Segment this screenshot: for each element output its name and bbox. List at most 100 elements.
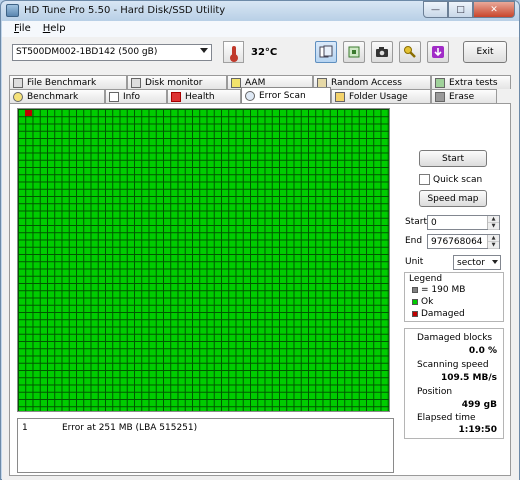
tab-label: Random Access	[331, 77, 402, 88]
drive-select[interactable]: ST500DM002-1BD142 (500 gB)	[12, 44, 212, 61]
exit-button[interactable]: Exit	[463, 41, 507, 63]
download-icon	[432, 46, 444, 58]
tab-info[interactable]: Info	[105, 89, 167, 103]
save-screenshot-button[interactable]	[371, 41, 393, 63]
title-bar[interactable]: HD Tune Pro 5.50 - Hard Disk/SSD Utility…	[1, 1, 519, 21]
health-cross-icon	[171, 91, 181, 102]
quick-scan-label: Quick scan	[433, 174, 483, 185]
end-spinner[interactable]: ▲ ▼	[487, 235, 499, 249]
scan-statistics: Damaged blocks 0.0 % Scanning speed 109.…	[404, 328, 504, 439]
legend-item-block-size: = 190 MB	[412, 285, 465, 295]
tab-label: Folder Usage	[349, 91, 408, 102]
download-button[interactable]	[427, 41, 449, 63]
erase-icon	[435, 91, 445, 102]
tab-error-scan[interactable]: Error Scan	[241, 87, 331, 103]
log-message: Error at 251 MB (LBA 515251)	[62, 423, 198, 433]
error-scan-panel: 1 Error at 251 MB (LBA 515251) Start Qui…	[9, 103, 511, 476]
start-input-value: 0	[431, 218, 437, 228]
damaged-blocks-value: 0.0 %	[468, 346, 497, 356]
screenshot-icon	[348, 46, 360, 58]
block-grid	[18, 109, 389, 411]
tab-label: File Benchmark	[27, 77, 97, 88]
menu-help[interactable]: Help	[37, 21, 72, 37]
info-icon	[109, 91, 119, 102]
legend-item-ok: Ok	[412, 297, 433, 307]
scanning-speed-value: 109.5 MB/s	[440, 373, 497, 383]
spin-up-icon: ▲	[488, 235, 499, 242]
magnifier-icon	[245, 90, 255, 101]
temperature-readout: 32°C	[251, 47, 278, 58]
tab-file-benchmark[interactable]: File Benchmark	[9, 75, 127, 89]
legend-label: Ok	[421, 297, 434, 307]
camera-icon	[376, 47, 388, 57]
window-controls: — □ ✕	[423, 1, 515, 19]
position-value: 499 gB	[461, 400, 497, 410]
tab-label: Disk monitor	[145, 77, 203, 88]
extra-tests-icon	[435, 77, 445, 88]
file-benchmark-icon	[13, 77, 23, 88]
legend-swatch	[412, 299, 418, 305]
tab-extra-tests[interactable]: Extra tests	[431, 75, 511, 89]
thermometer-icon	[223, 41, 244, 63]
legend-item-damaged: Damaged	[412, 309, 465, 319]
elapsed-time-label: Elapsed time	[417, 413, 476, 423]
app-window: HD Tune Pro 5.50 - Hard Disk/SSD Utility…	[0, 0, 520, 480]
log-index: 1	[22, 423, 28, 433]
drive-select-value: ST500DM002-1BD142 (500 gB)	[16, 47, 158, 57]
end-field-label: End	[405, 236, 423, 246]
quick-scan-checkbox[interactable]	[419, 174, 430, 185]
legend-swatch	[412, 287, 418, 293]
minimize-button[interactable]: —	[423, 1, 448, 18]
copy-text-button[interactable]	[315, 41, 337, 63]
options-button[interactable]	[399, 41, 421, 63]
legend-swatch	[412, 311, 418, 317]
wrench-icon	[404, 46, 416, 58]
tab-label: AAM	[245, 77, 266, 88]
unit-label: Unit	[405, 257, 424, 267]
speaker-icon	[231, 77, 241, 88]
legend-box: Legend = 190 MB Ok Damaged	[404, 272, 504, 322]
tab-label: Health	[185, 91, 215, 102]
folder-icon	[335, 91, 345, 102]
tab-label: Error Scan	[259, 90, 306, 101]
disk-monitor-icon	[131, 77, 141, 88]
chevron-down-icon	[200, 48, 208, 53]
chevron-down-icon	[492, 260, 498, 264]
spin-down-icon: ▼	[488, 223, 499, 230]
tab-row-bottom: Benchmark Info Health Error Scan Folder …	[9, 87, 497, 103]
start-field-label: Start	[405, 217, 427, 227]
start-spinner[interactable]: ▲ ▼	[487, 216, 499, 230]
tab-label: Extra tests	[449, 77, 498, 88]
start-input[interactable]: 0 ▲ ▼	[427, 215, 500, 230]
tab-label: Benchmark	[27, 91, 79, 102]
menu-bar: File Help	[2, 21, 519, 37]
tab-folder-usage[interactable]: Folder Usage	[331, 89, 431, 103]
speed-map-button[interactable]: Speed map	[419, 190, 487, 207]
spin-down-icon: ▼	[488, 242, 499, 249]
scanning-speed-label: Scanning speed	[417, 360, 489, 370]
copy-screen-button[interactable]	[343, 41, 365, 63]
start-scan-button[interactable]: Start	[419, 150, 487, 167]
tab-erase[interactable]: Erase	[431, 89, 497, 103]
close-button[interactable]: ✕	[473, 1, 515, 18]
elapsed-time-value: 1:19:50	[458, 425, 497, 435]
error-log[interactable]: 1 Error at 251 MB (LBA 515251)	[17, 418, 394, 473]
damaged-blocks-label: Damaged blocks	[417, 333, 493, 343]
log-row: 1 Error at 251 MB (LBA 515251)	[22, 423, 197, 433]
legend-title: Legend	[409, 274, 443, 284]
quick-scan-option[interactable]: Quick scan	[419, 174, 482, 185]
damaged-block	[25, 110, 32, 116]
position-label: Position	[417, 387, 453, 397]
tab-benchmark[interactable]: Benchmark	[9, 89, 105, 103]
tab-label: Info	[123, 91, 141, 102]
unit-select[interactable]: sector	[453, 255, 501, 270]
tab-label: Erase	[449, 91, 475, 102]
tab-disk-monitor[interactable]: Disk monitor	[127, 75, 227, 89]
menu-file[interactable]: File	[8, 21, 37, 37]
tab-health[interactable]: Health	[167, 89, 241, 103]
end-input[interactable]: 976768064 ▲ ▼	[427, 234, 500, 249]
unit-select-value: sector	[457, 258, 485, 268]
random-access-icon	[317, 77, 327, 88]
maximize-button[interactable]: □	[448, 1, 473, 18]
window-title: HD Tune Pro 5.50 - Hard Disk/SSD Utility	[24, 5, 226, 16]
